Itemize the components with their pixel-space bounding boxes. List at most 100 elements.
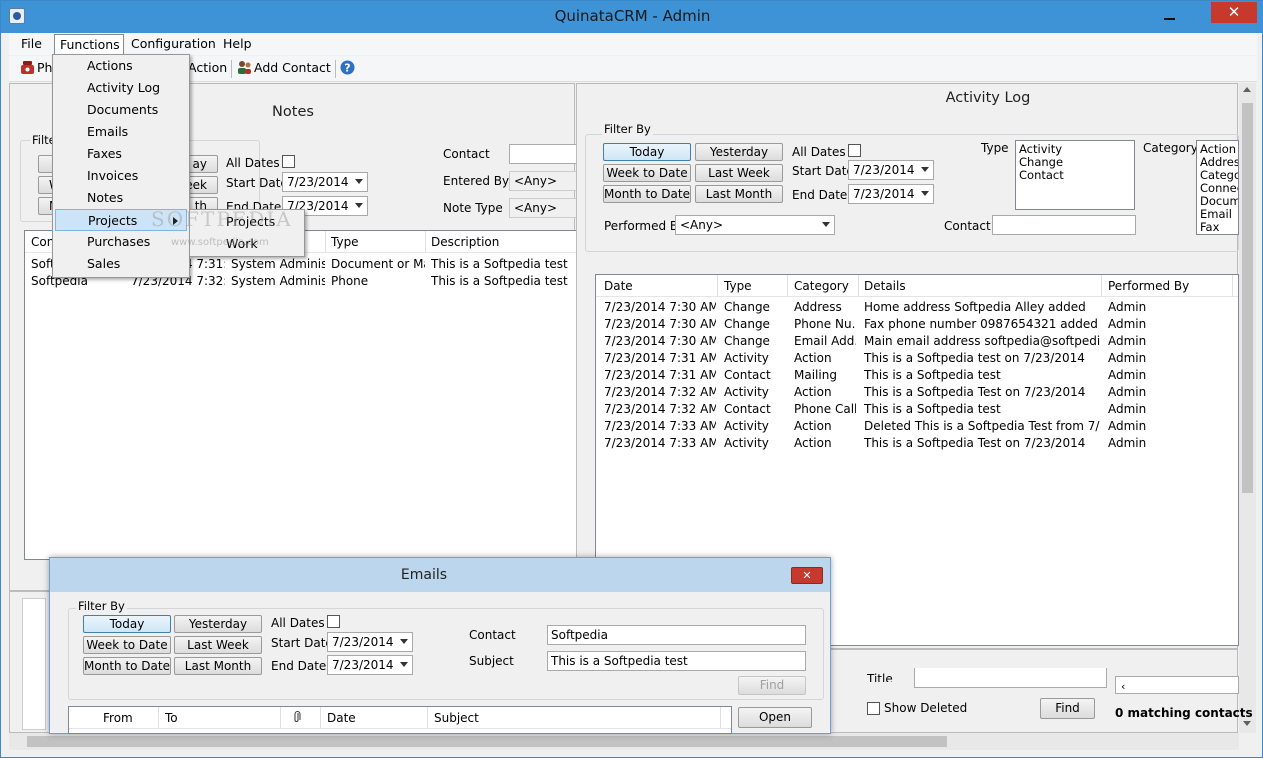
menu-help[interactable]: Help [218, 36, 257, 54]
phone-button[interactable]: Ph [20, 60, 52, 75]
table-row[interactable]: 7/23/2014 7:33 AM Activity Action This is a… [596, 435, 1238, 452]
notes-entered-by-dropdown[interactable]: <Any> [509, 171, 579, 191]
activity-col-type[interactable]: Type [724, 279, 752, 293]
emails-yesterday-button[interactable]: Yesterday [174, 615, 262, 633]
menu-item-purchases[interactable]: Purchases [55, 231, 187, 253]
action-button[interactable]: Action [188, 60, 227, 75]
table-cell: Deleted This is a Softpedia Test from 7/… [864, 419, 1100, 433]
emails-title-bar[interactable]: Emails ✕ [50, 558, 830, 592]
emails-end-date-picker[interactable]: 7/23/2014 [327, 655, 413, 675]
notes-col-description[interactable]: Description [431, 235, 499, 249]
activity-start-date-picker[interactable]: 7/23/2014 [848, 160, 934, 180]
emails-last-month-button[interactable]: Last Month [174, 657, 262, 675]
emails-all-dates-checkbox[interactable] [327, 615, 340, 628]
menu-functions[interactable]: Functions [54, 34, 124, 55]
contacts-title-input[interactable] [914, 668, 1107, 688]
emails-week-to-date-button[interactable]: Week to Date [83, 636, 171, 654]
scrollbar-thumb[interactable] [1242, 103, 1253, 493]
emails-close-button[interactable]: ✕ [791, 567, 823, 584]
notes-contact-input[interactable] [509, 144, 579, 164]
table-cell: Fax phone number 0987654321 added [864, 317, 1098, 331]
activity-col-date[interactable]: Date [604, 279, 633, 293]
menu-item-emails[interactable]: Emails [55, 121, 187, 143]
svg-text:?: ? [344, 62, 350, 75]
scroll-up-icon[interactable] [1243, 87, 1251, 92]
table-row[interactable]: 7/23/2014 7:31 AM Contact Mailing This is a… [596, 367, 1238, 384]
activity-all-dates-checkbox[interactable] [848, 144, 861, 157]
activity-today-button[interactable]: Today [603, 143, 691, 161]
emails-start-date-picker[interactable]: 7/23/2014 [327, 632, 413, 652]
notes-contact-label: Contact [443, 147, 490, 161]
attachment-icon[interactable] [293, 711, 301, 726]
table-row[interactable]: 7/23/2014 7:32 AM Activity Action This is a… [596, 384, 1238, 401]
emails-col-from[interactable]: From [103, 711, 133, 725]
main-horizontal-scrollbar[interactable] [9, 733, 1239, 750]
list-item[interactable]: Contact [1019, 169, 1131, 182]
table-row[interactable]: 7/23/2014 7:30 AM Change Email Add... Main … [596, 333, 1238, 350]
table-cell: Activity [724, 351, 769, 365]
activity-type-list[interactable]: Activity Change Contact [1015, 140, 1135, 210]
scroll-down-icon[interactable] [1243, 721, 1251, 726]
notes-col-type[interactable]: Type [331, 235, 359, 249]
menu-item-invoices[interactable]: Invoices [55, 165, 187, 187]
main-vertical-scrollbar[interactable] [1239, 83, 1256, 733]
activity-col-category[interactable]: Category [794, 279, 849, 293]
emails-contact-input[interactable]: Softpedia [547, 625, 806, 645]
emails-open-button[interactable]: Open [738, 707, 812, 728]
activity-week-to-date-button[interactable]: Week to Date [603, 164, 691, 182]
title-bar[interactable]: QuinataCRM - Admin ✕ [1, 1, 1263, 33]
contacts-title-label: Title [867, 672, 893, 682]
activity-last-week-button[interactable]: Last Week [695, 164, 783, 182]
contacts-horizontal-scroll[interactable]: ‹ [1115, 676, 1239, 694]
menu-item-actions[interactable]: Actions [55, 55, 187, 77]
menu-item-sales[interactable]: Sales [55, 253, 187, 275]
add-contact-button[interactable]: Add Contact [237, 60, 331, 75]
menu-file[interactable]: File [16, 36, 47, 54]
emails-col-subject[interactable]: Subject [434, 711, 479, 725]
contacts-find-button[interactable]: Find [1040, 698, 1095, 719]
emails-subject-label: Subject [469, 654, 514, 668]
table-row[interactable]: 7/23/2014 7:32 AM Contact Phone Call This i… [596, 401, 1238, 418]
activity-col-details[interactable]: Details [864, 279, 906, 293]
notes-all-dates-checkbox[interactable] [282, 155, 295, 168]
activity-category-list[interactable]: Action Address Categor Connect Docume Em… [1196, 140, 1239, 235]
minimize-button[interactable] [1164, 9, 1176, 21]
menu-item-documents[interactable]: Documents [55, 99, 187, 121]
show-deleted-checkbox[interactable] [867, 702, 880, 715]
menu-item-faxes[interactable]: Faxes [55, 143, 187, 165]
menu-item-notes[interactable]: Notes [55, 187, 187, 209]
help-button[interactable]: ? [340, 60, 357, 75]
scroll-left-icon[interactable]: ‹ [1121, 680, 1125, 693]
menu-configuration[interactable]: Configuration [126, 36, 221, 54]
notes-start-date-picker[interactable]: 7/23/2014 [282, 172, 368, 192]
emails-subject-input[interactable]: This is a Softpedia test [547, 651, 806, 671]
table-row[interactable]: 7/23/2014 7:33 AM Activity Action Deleted T… [596, 418, 1238, 435]
emails-month-to-date-button[interactable]: Month to Date [83, 657, 171, 675]
table-row[interactable]: 7/23/2014 7:31 AM Activity Action This is a… [596, 350, 1238, 367]
emails-today-button[interactable]: Today [83, 615, 171, 633]
emails-col-to[interactable]: To [165, 711, 178, 725]
activity-yesterday-button[interactable]: Yesterday [695, 143, 783, 161]
emails-col-date[interactable]: Date [327, 711, 356, 725]
activity-month-to-date-button[interactable]: Month to Date [603, 185, 691, 203]
activity-contact-input[interactable] [992, 215, 1136, 235]
table-row[interactable]: 7/23/2014 7:30 AM Change Address Home addre… [596, 299, 1238, 316]
activity-col-performed-by[interactable]: Performed By [1108, 279, 1189, 293]
table-row[interactable]: 7/23/2014 7:30 AM Change Phone Nu... Fax ph… [596, 316, 1238, 333]
notes-entered-by-label: Entered By [443, 174, 510, 188]
activity-last-month-button[interactable]: Last Month [695, 185, 783, 203]
notes-note-type-dropdown[interactable]: <Any> [509, 198, 579, 218]
activity-end-date-picker[interactable]: 7/23/2014 [848, 184, 934, 204]
activity-performed-by-dropdown[interactable]: <Any> [675, 215, 835, 235]
emails-last-week-button[interactable]: Last Week [174, 636, 262, 654]
menu-item-activity-log[interactable]: Activity Log [55, 77, 187, 99]
notes-grid[interactable]: Cont Type Description Softp 7/23/2014 7:… [24, 230, 577, 560]
phone-icon [20, 60, 35, 75]
close-window-button[interactable]: ✕ [1211, 2, 1257, 23]
column-separator [280, 707, 281, 729]
list-item[interactable]: Fax [1200, 221, 1235, 234]
emails-grid[interactable]: From To Date Subject [68, 706, 732, 734]
table-cell: 7/23/2014 7:30 AM [604, 334, 716, 348]
scrollbar-thumb[interactable] [27, 736, 947, 747]
emails-find-button[interactable]: Find [738, 676, 806, 695]
